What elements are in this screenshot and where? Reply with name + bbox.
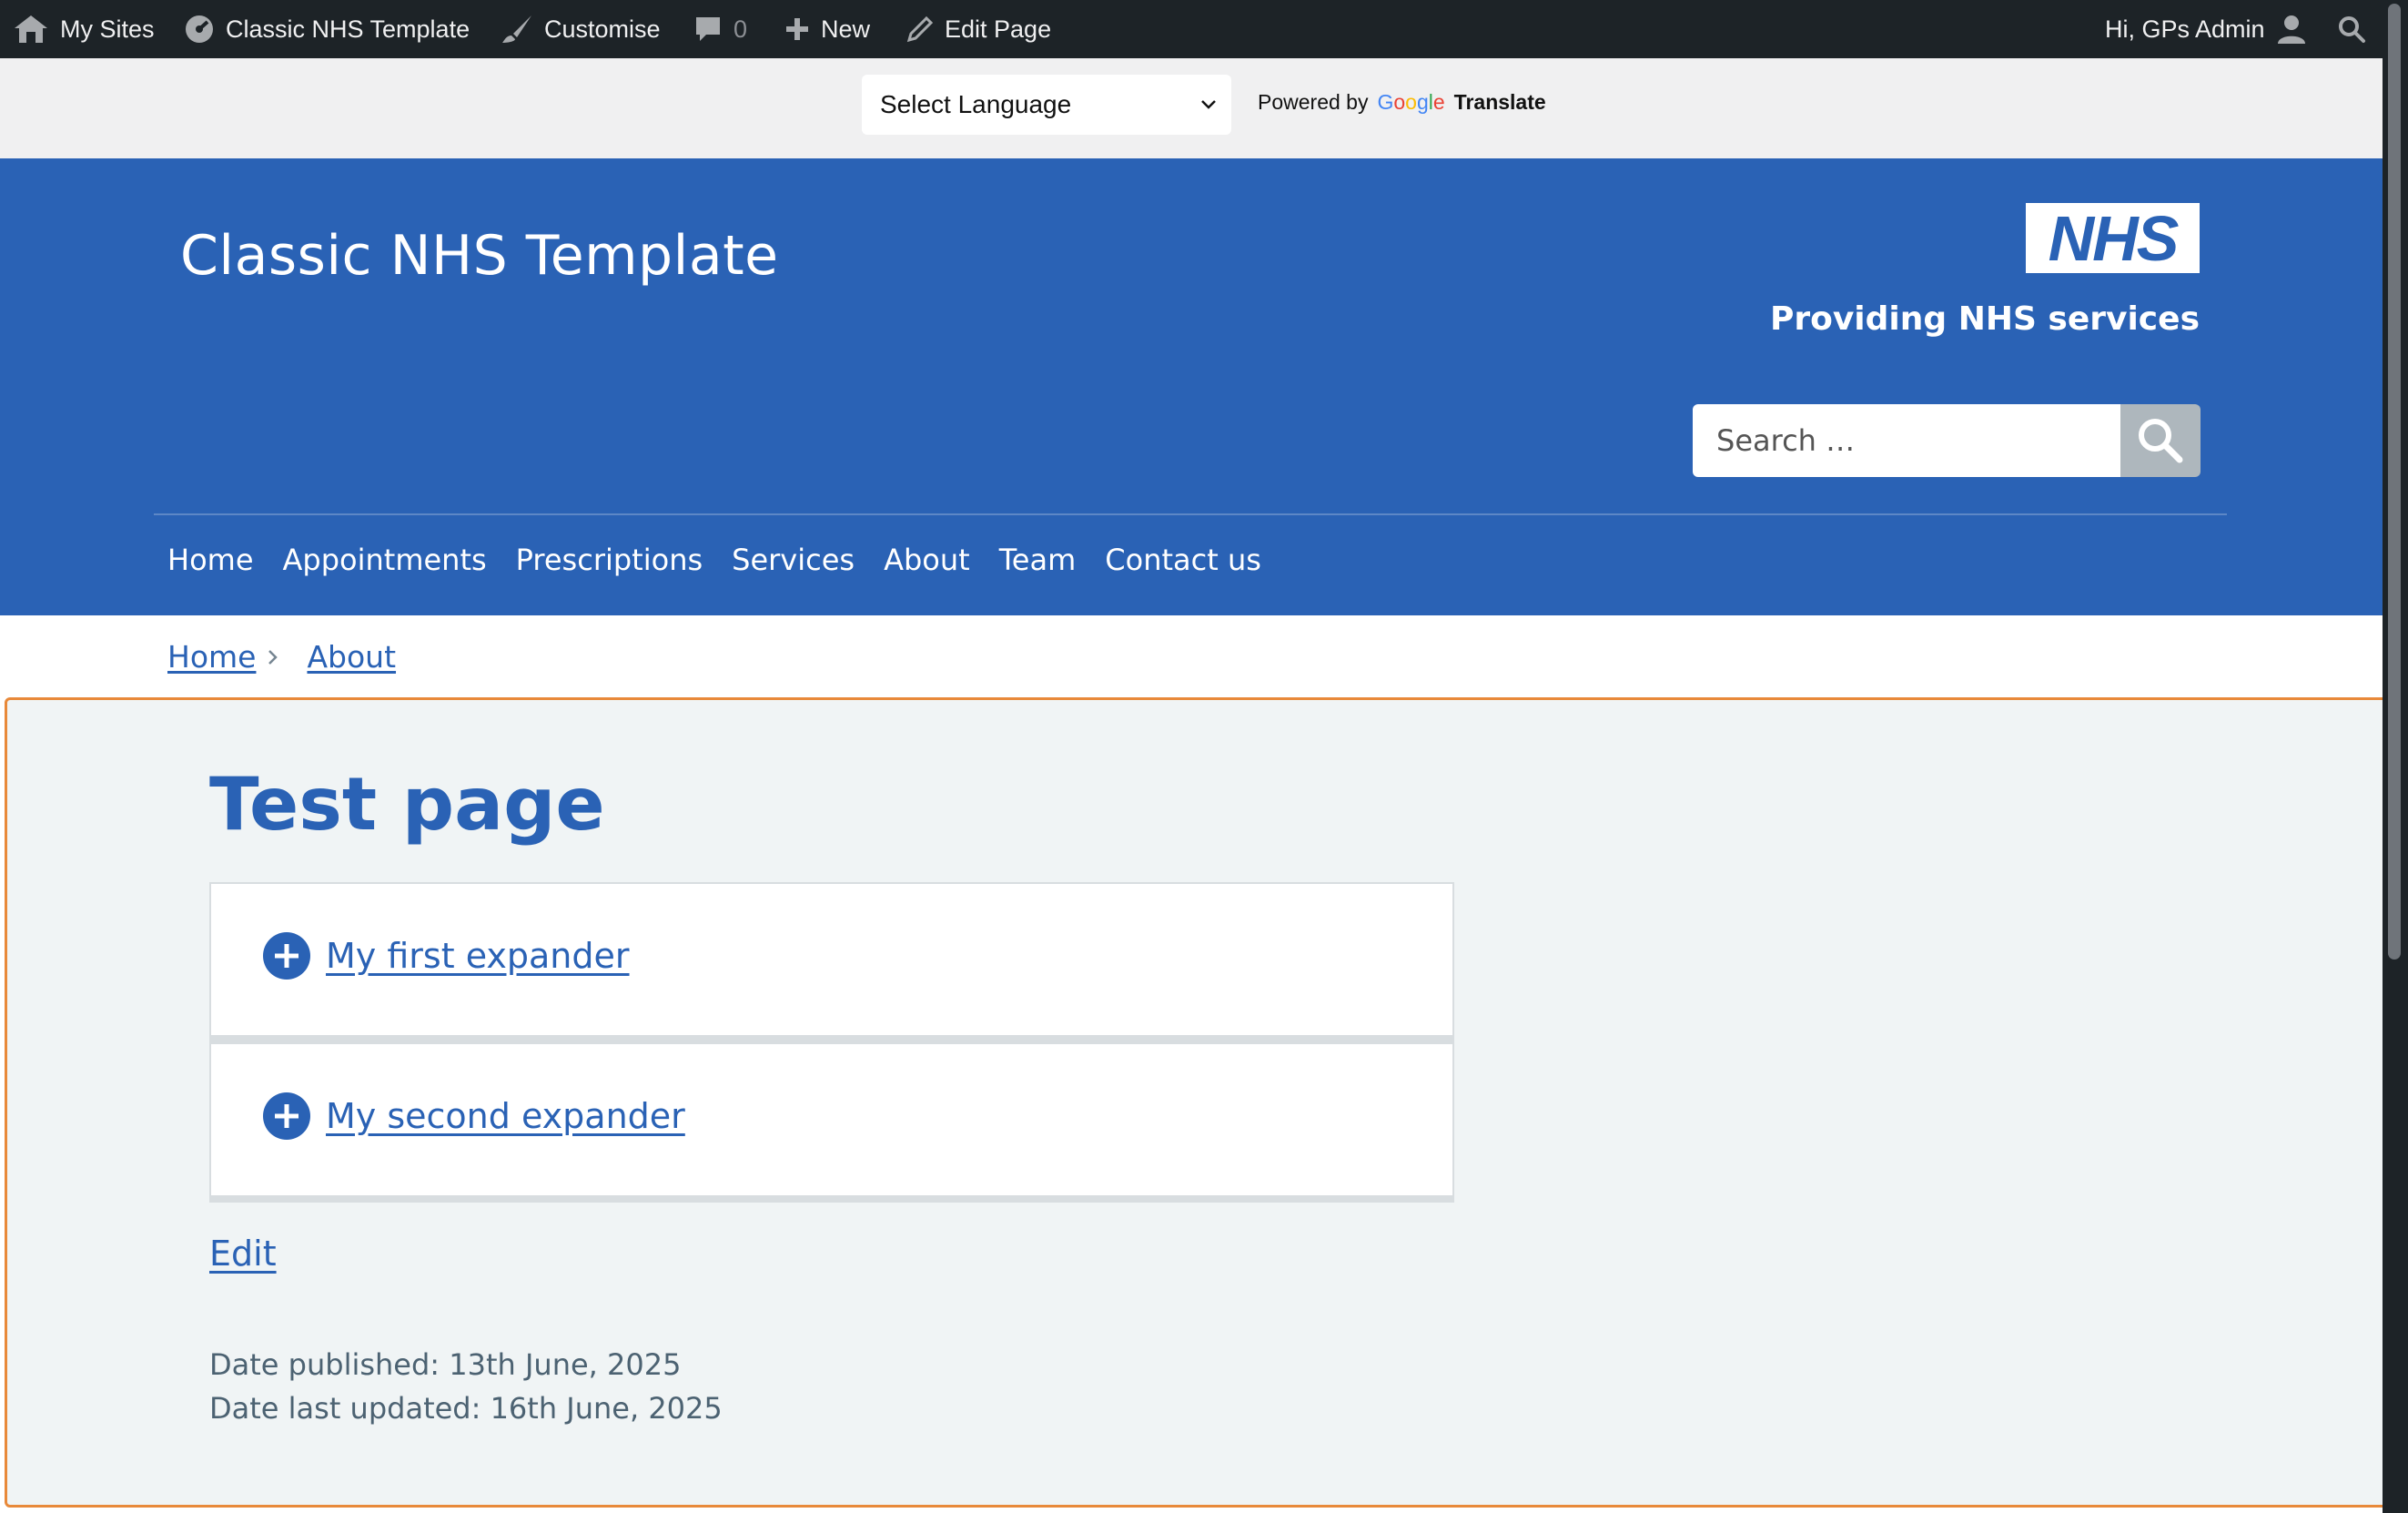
main-content: Test page My first expander My second ex… xyxy=(5,697,2397,1508)
brush-icon xyxy=(502,15,531,43)
expander-first-label[interactable]: My first expander xyxy=(326,936,630,976)
new-content-menu[interactable]: New xyxy=(784,0,870,58)
date-published: Date published: 13th June, 2025 xyxy=(209,1347,682,1382)
breadcrumb-about[interactable]: About xyxy=(307,639,396,675)
nhs-logo[interactable]: NHS xyxy=(2026,203,2200,273)
nav-item-contact-us[interactable]: Contact us xyxy=(1105,543,1261,577)
wordpress-sites-icon xyxy=(15,15,47,43)
page-dates: Date published: 13th June, 2025 Date las… xyxy=(209,1343,723,1430)
comment-icon xyxy=(696,17,720,41)
page-title: Test page xyxy=(209,762,605,847)
scrollbar-thumb[interactable] xyxy=(2388,4,2401,960)
search-submit-button[interactable] xyxy=(2120,404,2201,477)
plus-circle-icon xyxy=(263,1092,310,1140)
google-logo[interactable]: Google xyxy=(1377,90,1444,115)
date-last-updated: Date last updated: 16th June, 2025 xyxy=(209,1391,723,1426)
nav-item-about[interactable]: About xyxy=(884,543,970,577)
main-navigation: Home Appointments Prescriptions Services… xyxy=(167,543,1290,577)
site-name-menu[interactable]: Classic NHS Template xyxy=(184,0,470,58)
comments-link[interactable]: 0 xyxy=(693,0,747,58)
nav-item-home[interactable]: Home xyxy=(167,543,254,577)
nav-item-team[interactable]: Team xyxy=(999,543,1077,577)
breadcrumb-home[interactable]: Home xyxy=(167,639,256,675)
expander-first[interactable]: My first expander xyxy=(209,882,1454,1042)
breadcrumb: Home About xyxy=(167,639,396,675)
search-icon xyxy=(2339,16,2365,43)
nav-item-prescriptions[interactable]: Prescriptions xyxy=(516,543,703,577)
nav-item-appointments[interactable]: Appointments xyxy=(283,543,487,577)
search-icon xyxy=(2139,419,2183,463)
plus-circle-icon xyxy=(263,932,310,980)
site-header: Classic NHS Template NHS Providing NHS s… xyxy=(0,158,2383,615)
my-sites-menu[interactable]: My Sites xyxy=(13,0,155,58)
dashboard-icon xyxy=(186,15,213,43)
header-divider xyxy=(154,513,2227,515)
user-icon xyxy=(2277,15,2305,44)
translate-bar: Select Language Powered by Google Transl… xyxy=(0,58,2383,158)
search-input[interactable] xyxy=(1693,404,2120,477)
expander-second[interactable]: My second expander xyxy=(209,1042,1454,1203)
expander-second-label[interactable]: My second expander xyxy=(326,1096,685,1136)
organisation-strapline: Providing NHS services xyxy=(1769,300,2200,338)
account-menu[interactable]: Hi, GPs Admin xyxy=(2105,0,2307,58)
chevron-right-icon xyxy=(268,649,278,665)
chevron-down-icon xyxy=(1201,100,1216,109)
edit-link[interactable]: Edit xyxy=(209,1234,277,1274)
pencil-icon xyxy=(906,15,934,43)
site-title[interactable]: Classic NHS Template xyxy=(180,224,779,288)
translate-link[interactable]: Translate xyxy=(1454,90,1546,115)
edit-page-link[interactable]: Edit Page xyxy=(906,0,1051,58)
site-search xyxy=(1693,404,2201,477)
nav-item-services[interactable]: Services xyxy=(732,543,855,577)
admin-search-button[interactable] xyxy=(2337,0,2366,58)
admin-bar: My Sites Classic NHS Template Customise … xyxy=(0,0,2408,58)
powered-by-google: Powered by Google Translate xyxy=(1258,90,1546,115)
plus-icon xyxy=(786,18,808,40)
language-select[interactable]: Select Language xyxy=(862,75,1231,135)
customise-link[interactable]: Customise xyxy=(501,0,661,58)
